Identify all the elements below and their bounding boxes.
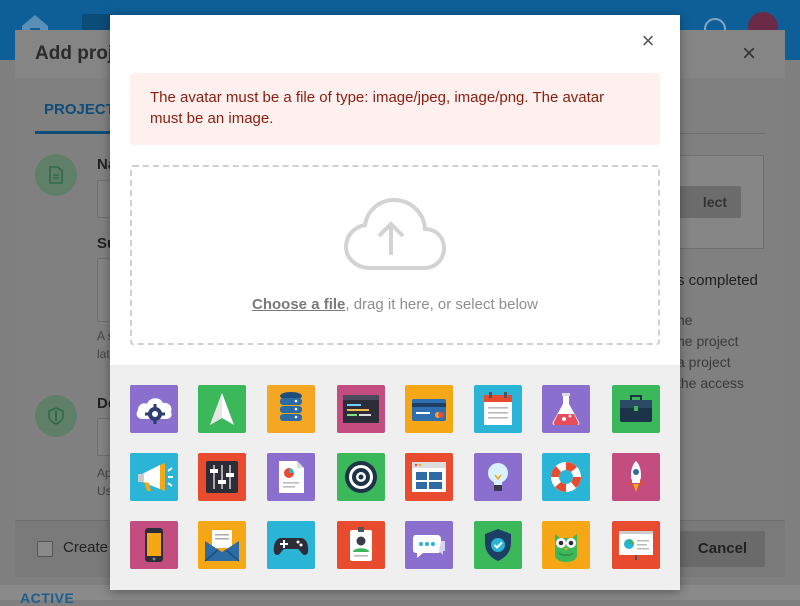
close-icon[interactable]: × bbox=[638, 29, 658, 53]
error-alert: The avatar must be a file of type: image… bbox=[130, 73, 660, 145]
avatar-option[interactable] bbox=[474, 385, 522, 433]
shield-step-circle bbox=[35, 395, 77, 437]
avatar-option[interactable] bbox=[612, 521, 660, 569]
document-step-circle bbox=[35, 154, 77, 196]
avatar-option[interactable] bbox=[337, 385, 385, 433]
credit-card-icon bbox=[412, 399, 446, 421]
active-tab-indicator bbox=[35, 131, 110, 134]
lightbulb-icon bbox=[488, 463, 508, 491]
avatar-option[interactable] bbox=[267, 385, 315, 433]
owl-icon bbox=[555, 534, 577, 562]
avatar-option[interactable] bbox=[405, 521, 453, 569]
file-dropzone[interactable]: Choose a file, drag it here, or select b… bbox=[130, 165, 660, 345]
avatar-option[interactable] bbox=[474, 453, 522, 501]
choose-file-link[interactable]: Choose a file bbox=[252, 296, 345, 313]
shield-icon bbox=[48, 407, 64, 425]
description-line: he project bbox=[677, 333, 739, 349]
rocket-icon bbox=[627, 461, 645, 492]
gamepad-icon bbox=[273, 538, 309, 555]
summary-hint-line-2: lat bbox=[97, 347, 110, 361]
tab-project[interactable]: PROJECT bbox=[44, 101, 115, 118]
presentation-icon bbox=[619, 531, 653, 560]
document-chart-icon bbox=[279, 461, 304, 493]
create-another-label: Create bbox=[63, 539, 109, 556]
description-line: he bbox=[677, 312, 693, 328]
document-icon bbox=[49, 166, 63, 184]
description-line: a project bbox=[677, 354, 731, 370]
avatar-option[interactable] bbox=[267, 453, 315, 501]
equalizer-icon bbox=[206, 461, 238, 493]
avatar-option[interactable] bbox=[337, 521, 385, 569]
avatar-option[interactable] bbox=[130, 385, 178, 433]
paper-plane-icon bbox=[210, 393, 234, 425]
avatar-option[interactable] bbox=[405, 385, 453, 433]
envelope-icon bbox=[204, 530, 240, 562]
avatar-option[interactable] bbox=[542, 453, 590, 501]
avatar-upload-modal: × The avatar must be a file of type: ima… bbox=[110, 15, 680, 590]
flask-icon bbox=[552, 393, 580, 425]
browser-window-icon bbox=[412, 462, 446, 492]
avatar-option[interactable] bbox=[198, 521, 246, 569]
description-line: the access bbox=[677, 375, 744, 391]
completed-text: s completed bbox=[677, 272, 758, 289]
cloud-upload-icon bbox=[344, 197, 446, 270]
avatar-option[interactable] bbox=[130, 521, 178, 569]
lifebuoy-icon bbox=[551, 462, 581, 492]
avatar-option[interactable] bbox=[337, 453, 385, 501]
cloud-gear-icon bbox=[136, 398, 172, 424]
calendar-icon bbox=[484, 392, 512, 425]
dropzone-instructions: Choose a file, drag it here, or select b… bbox=[132, 296, 658, 313]
avatar-option[interactable] bbox=[474, 521, 522, 569]
avatar-option[interactable] bbox=[542, 521, 590, 569]
avatar-option[interactable] bbox=[198, 385, 246, 433]
megaphone-icon bbox=[138, 463, 173, 491]
avatar-gallery bbox=[110, 365, 680, 590]
terminal-window-icon bbox=[343, 395, 379, 423]
target-icon bbox=[345, 461, 377, 493]
avatar-option[interactable] bbox=[612, 453, 660, 501]
avatar-option[interactable] bbox=[130, 453, 178, 501]
database-icon bbox=[280, 392, 302, 421]
avatar-option[interactable] bbox=[198, 453, 246, 501]
avatar-option[interactable] bbox=[612, 385, 660, 433]
avatar-option[interactable] bbox=[405, 453, 453, 501]
dropzone-rest-text: , drag it here, or select below bbox=[345, 296, 538, 313]
active-section-label: ACTIVE bbox=[20, 590, 75, 606]
shield-check-icon bbox=[485, 529, 511, 561]
avatar-option[interactable] bbox=[267, 521, 315, 569]
id-badge-icon bbox=[350, 527, 372, 561]
add-project-close-button[interactable]: × bbox=[742, 40, 756, 68]
cancel-button[interactable]: Cancel bbox=[680, 531, 765, 567]
visibility-description: he he project a project the access bbox=[677, 310, 744, 394]
chat-bubbles-icon bbox=[413, 535, 445, 558]
smartphone-icon bbox=[145, 528, 163, 562]
avatar-option[interactable] bbox=[542, 385, 590, 433]
create-another-checkbox[interactable] bbox=[37, 541, 53, 557]
briefcase-icon bbox=[620, 395, 652, 422]
